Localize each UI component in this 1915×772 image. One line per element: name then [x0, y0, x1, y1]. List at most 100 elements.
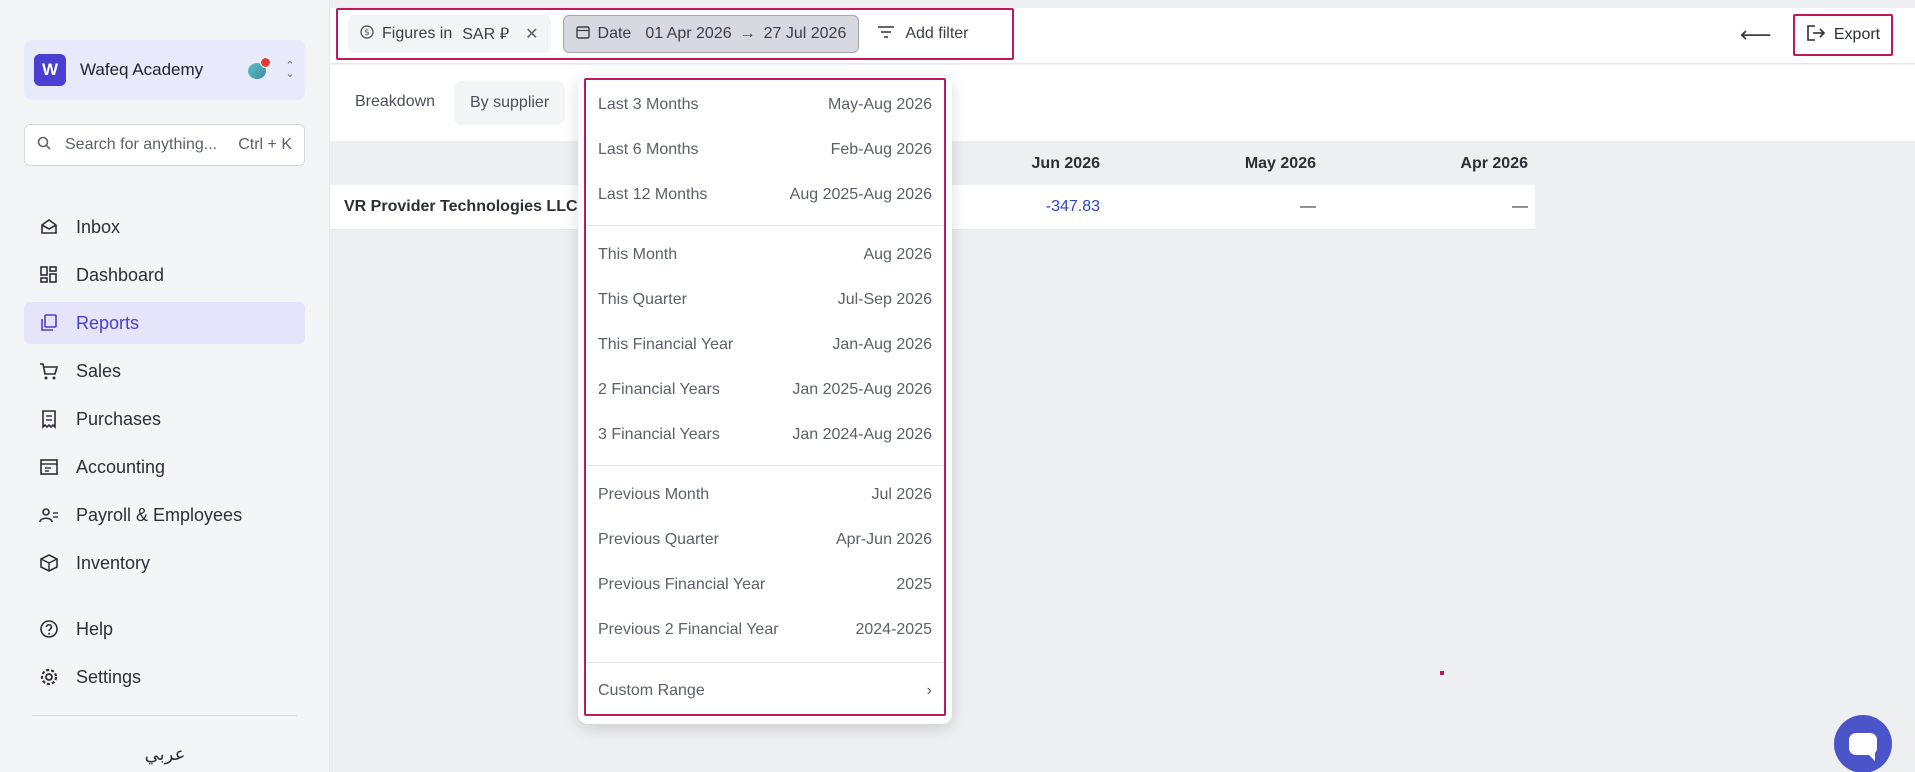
filters-bar: $ Figures in SAR ⃁ ✕ Date 01 Apr 2026 → …	[336, 8, 1014, 60]
main-nav: Inbox Dashboard Reports Sales Purchases …	[24, 206, 305, 590]
menu-item-range: Jan 2024-Aug 2026	[792, 425, 932, 443]
menu-item-this-quarter[interactable]: This Quarter Jul-Sep 2026	[586, 277, 944, 322]
sidebar-item-inventory[interactable]: Inventory	[24, 542, 305, 584]
menu-item-range: 2025	[896, 575, 932, 593]
menu-item-last-3-months[interactable]: Last 3 Months May-Aug 2026	[586, 82, 944, 127]
sidebar-item-label: Purchases	[76, 408, 162, 429]
column-header[interactable]: Apr 2026	[1408, 155, 1528, 173]
menu-item-this-financial-year[interactable]: This Financial Year Jan-Aug 2026	[586, 322, 944, 367]
menu-item-label: Previous 2 Financial Year	[598, 620, 779, 638]
sidebar-item-payroll[interactable]: Payroll & Employees	[24, 494, 305, 536]
currency-filter-chip[interactable]: $ Figures in SAR ⃁ ✕	[348, 15, 551, 53]
menu-item-2-financial-years[interactable]: 2 Financial Years Jan 2025-Aug 2026	[586, 367, 944, 412]
sidebar-item-label: Help	[76, 618, 114, 639]
menu-item-custom-range[interactable]: Custom Range ›	[586, 668, 944, 713]
menu-item-label: This Quarter	[598, 290, 687, 308]
people-icon	[38, 504, 60, 526]
menu-item-label: Last 6 Months	[598, 140, 699, 158]
sidebar-item-settings[interactable]: Settings	[24, 656, 305, 698]
sidebar-item-sales[interactable]: Sales	[24, 350, 305, 392]
menu-item-range: Aug 2026	[863, 245, 932, 263]
currency-icon: $	[360, 24, 374, 44]
cart-icon	[38, 360, 60, 382]
column-header[interactable]: May 2026	[1196, 155, 1316, 173]
org-name: Wafeq Academy	[80, 60, 204, 79]
date-filter-chip[interactable]: Date 01 Apr 2026 → 27 Jul 2026	[562, 15, 860, 53]
sidebar-item-label: Payroll & Employees	[76, 504, 243, 525]
sidebar-item-accounting[interactable]: Accounting	[24, 446, 305, 488]
menu-item-range: Aug 2025-Aug 2026	[789, 185, 932, 203]
box-icon	[38, 552, 60, 574]
sidebar-item-label: Inventory	[76, 552, 151, 573]
menu-item-range: Apr-Jun 2026	[835, 530, 932, 548]
search-box[interactable]: Search for anything... Ctrl + K	[24, 124, 305, 166]
menu-item-label: Previous Quarter	[598, 530, 719, 548]
notification-planet-icon[interactable]	[245, 57, 271, 83]
chevron-right-icon: ›	[926, 681, 932, 699]
menu-item-3-financial-years[interactable]: 3 Financial Years Jan 2024-Aug 2026	[586, 412, 944, 457]
sidebar-divider	[32, 715, 297, 716]
sidebar-item-label: Settings	[76, 666, 142, 687]
menu-item-label: Custom Range	[598, 681, 705, 699]
menu-item-previous-2-financial-year[interactable]: Previous 2 Financial Year 2024-2025	[586, 607, 944, 652]
cell-value: —	[1300, 198, 1316, 215]
date-range-menu: Last 3 Months May-Aug 2026 Last 6 Months F…	[578, 76, 952, 724]
menu-item-label: 2 Financial Years	[598, 380, 720, 398]
sidebar-item-help[interactable]: Help	[24, 608, 305, 650]
sidebar-item-reports[interactable]: Reports	[24, 302, 305, 344]
cell-value[interactable]: -347.83	[980, 198, 1100, 216]
sidebar-item-purchases[interactable]: Purchases	[24, 398, 305, 440]
org-logo: W	[34, 54, 66, 86]
menu-item-range: Feb-Aug 2026	[830, 140, 932, 158]
menu-item-last-12-months[interactable]: Last 12 Months Aug 2025-Aug 2026	[586, 172, 944, 217]
inbox-icon	[38, 216, 60, 238]
chat-support-button[interactable]	[1834, 715, 1892, 772]
chat-bubble-icon	[1849, 733, 1877, 761]
chevron-up-down-icon: ⌃ ⌄	[285, 60, 295, 80]
search-icon	[37, 136, 53, 155]
menu-divider	[586, 662, 944, 663]
calendar-icon	[575, 25, 590, 44]
cell-value: —	[1512, 198, 1528, 215]
arrow-left-icon[interactable]: ⟵	[1740, 22, 1772, 48]
supplier-name[interactable]: VR Provider Technologies LLC	[344, 198, 578, 216]
menu-item-label: Previous Financial Year	[598, 575, 766, 593]
menu-item-previous-quarter[interactable]: Previous Quarter Apr-Jun 2026	[586, 517, 944, 562]
menu-item-label: This Month	[598, 245, 678, 263]
organization-switcher[interactable]: W Wafeq Academy ⌃ ⌄	[24, 40, 305, 100]
menu-item-this-month[interactable]: This Month Aug 2026	[586, 232, 944, 277]
menu-item-label: Last 3 Months	[598, 95, 699, 113]
search-input[interactable]: Search for anything...	[65, 136, 238, 154]
menu-group-custom: Custom Range ›	[586, 668, 944, 713]
menu-item-range: Jul-Sep 2026	[837, 290, 932, 308]
export-label: Export	[1833, 26, 1881, 43]
language-toggle[interactable]: عربي	[0, 744, 330, 765]
sidebar-item-label: Accounting	[76, 456, 166, 477]
close-icon[interactable]: ✕	[525, 24, 538, 44]
sidebar-item-label: Sales	[76, 360, 122, 381]
menu-item-label: 3 Financial Years	[598, 425, 720, 443]
breakdown-by-supplier-button[interactable]: By supplier	[454, 81, 566, 125]
menu-item-previous-month[interactable]: Previous Month Jul 2026	[586, 472, 944, 517]
menu-item-label: Last 12 Months	[598, 185, 708, 203]
menu-item-range: Jan-Aug 2026	[832, 335, 932, 353]
column-header[interactable]: Jun 2026	[980, 155, 1100, 173]
secondary-nav: Help Settings	[24, 608, 305, 704]
add-filter-label: Add filter	[905, 25, 969, 42]
date-to: 27 Jul 2026	[763, 25, 847, 42]
sidebar-item-inbox[interactable]: Inbox	[24, 206, 305, 248]
export-icon	[1806, 24, 1826, 47]
menu-item-label: Previous Month	[598, 485, 710, 503]
menu-item-last-6-months[interactable]: Last 6 Months Feb-Aug 2026	[586, 127, 944, 172]
sidebar: W Wafeq Academy ⌃ ⌄ Search for anything..…	[0, 0, 330, 772]
add-filter-button[interactable]: Add filter	[871, 15, 974, 53]
menu-item-range: Jul 2026	[871, 485, 933, 503]
cursor-marker	[1440, 671, 1444, 675]
help-icon	[38, 618, 60, 640]
currency-value: SAR ⃁	[462, 26, 510, 43]
sidebar-item-dashboard[interactable]: Dashboard	[24, 254, 305, 296]
receipt-icon	[38, 408, 60, 430]
export-button[interactable]: Export	[1793, 14, 1893, 56]
menu-item-previous-financial-year[interactable]: Previous Financial Year 2025	[586, 562, 944, 607]
menu-divider	[586, 225, 944, 226]
